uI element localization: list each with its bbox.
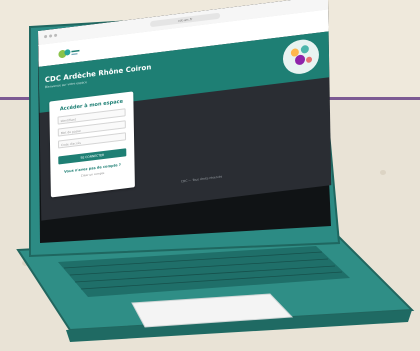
window-controls[interactable]: [44, 33, 58, 39]
login-button[interactable]: SE CONNECTER: [58, 148, 127, 165]
footer-text: CDC — Tous droits réservés: [180, 174, 223, 184]
window-dot-icon[interactable]: [49, 34, 53, 38]
window-dot-icon[interactable]: [54, 33, 58, 38]
people-illustration: [282, 37, 320, 76]
login-panel: Accéder à mon espace Identifiant Mot de …: [49, 91, 135, 198]
window-dot-icon[interactable]: [44, 34, 48, 39]
screen: cdc-arc.fr CDC Ardèche Rhône Coiron Bien…: [38, 0, 332, 221]
site-title: CDC Ardèche Rhône Coiron: [44, 63, 152, 85]
site-logo[interactable]: [56, 46, 80, 61]
